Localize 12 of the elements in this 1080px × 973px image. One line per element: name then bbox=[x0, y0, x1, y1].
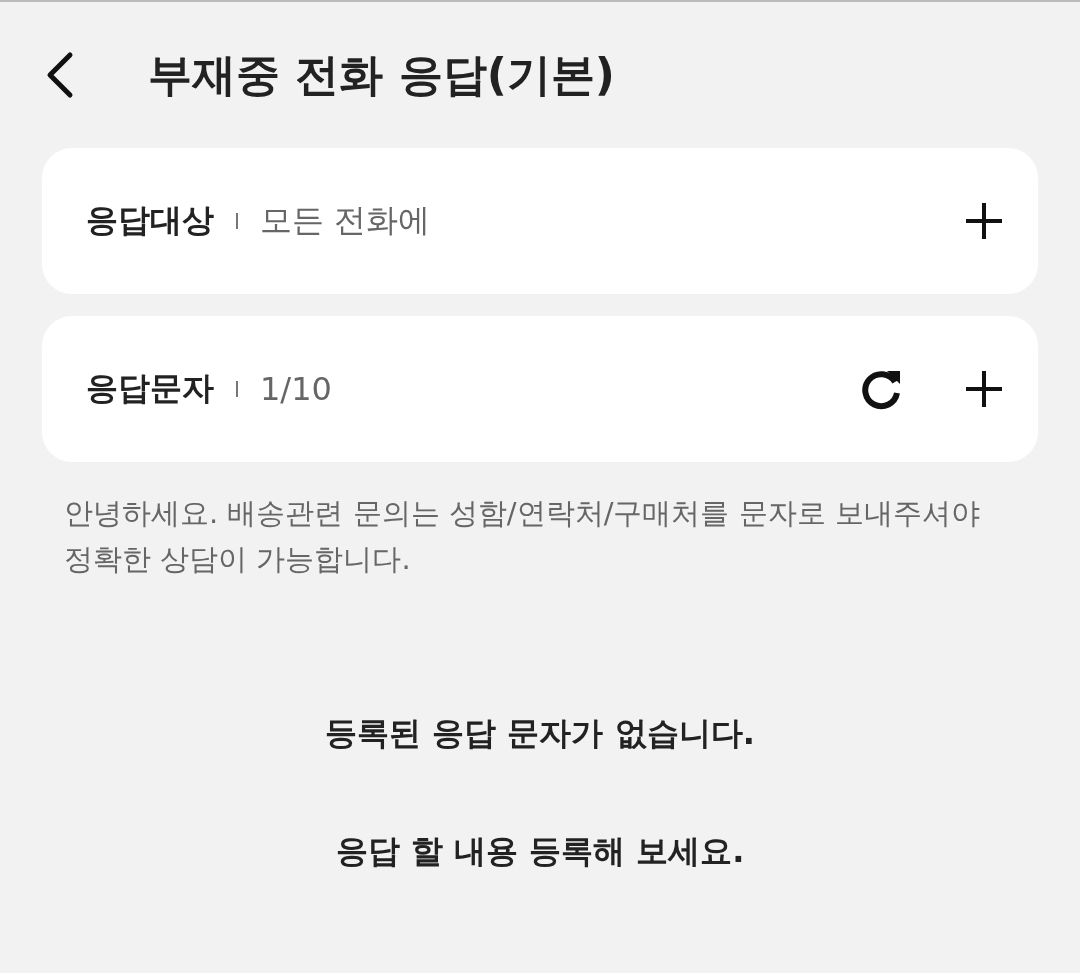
empty-state-text: 등록된 응답 문자가 없습니다. bbox=[325, 713, 755, 754]
page-title: 부재중 전화 응답(기본) bbox=[148, 47, 615, 102]
settings-card[interactable]: 응답문자 1/10 bbox=[42, 316, 1038, 462]
section-value: 1/10 bbox=[260, 370, 332, 408]
empty-state-text: 응답 할 내용 등록해 보세요. bbox=[335, 831, 745, 872]
section-label: 응답문자 bbox=[86, 368, 214, 409]
response-message: 안녕하세요. 배송관련 문의는 성함/연락처/구매처를 문자로 보내주셔야 정확한 상담이 가능합니다. bbox=[64, 495, 981, 578]
settings-card[interactable]: 응답대상 모든 전화에 bbox=[42, 148, 1038, 294]
section-label: 응답대상 bbox=[86, 200, 214, 241]
add-icon[interactable] bbox=[964, 369, 1004, 409]
section-value: 모든 전화에 bbox=[260, 200, 431, 241]
add-icon[interactable] bbox=[964, 201, 1004, 241]
